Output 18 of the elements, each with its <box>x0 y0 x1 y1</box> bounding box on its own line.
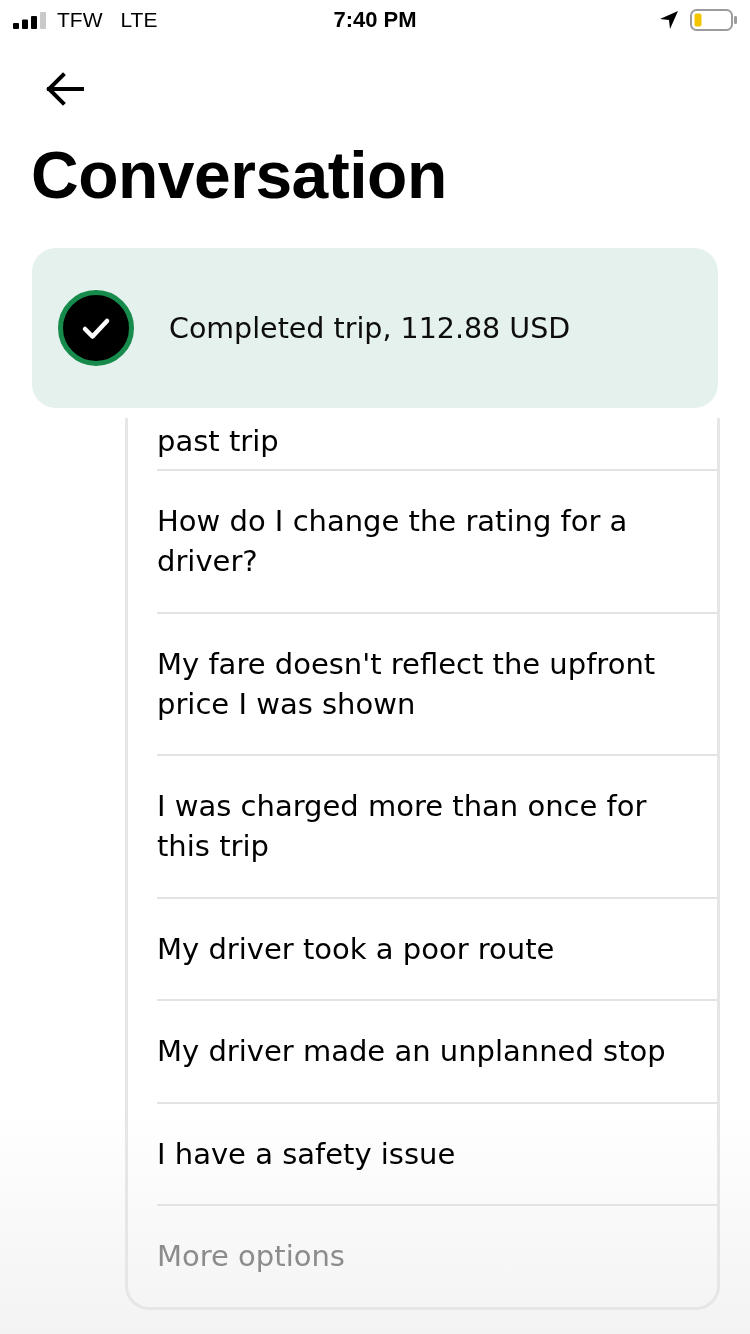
page-title: Conversation <box>31 142 447 208</box>
banner-text: Completed trip, 112.88 USD <box>169 311 571 345</box>
carrier-text: TFW <box>57 8 103 32</box>
signal-icon <box>13 12 47 29</box>
check-circle-icon <box>58 290 134 366</box>
option-item[interactable]: past trip <box>157 418 717 471</box>
option-item[interactable]: My fare doesn't reflect the upfront price I was shown <box>157 613 717 756</box>
option-item[interactable]: How do I change the rating for a driver? <box>157 471 717 614</box>
option-item[interactable]: I have a safety issue <box>157 1103 717 1206</box>
back-button[interactable] <box>44 72 84 106</box>
back-arrow-icon <box>44 72 84 106</box>
network-text: LTE <box>120 8 158 32</box>
location-arrow-icon <box>660 11 678 29</box>
time-text: 7:40 PM <box>333 7 417 33</box>
option-item[interactable]: I was charged more than once for this trip <box>157 756 717 899</box>
battery-icon <box>690 9 737 31</box>
option-item[interactable]: My driver made an unplanned stop <box>157 1001 717 1104</box>
option-item[interactable]: My driver took a poor route <box>157 898 717 1001</box>
